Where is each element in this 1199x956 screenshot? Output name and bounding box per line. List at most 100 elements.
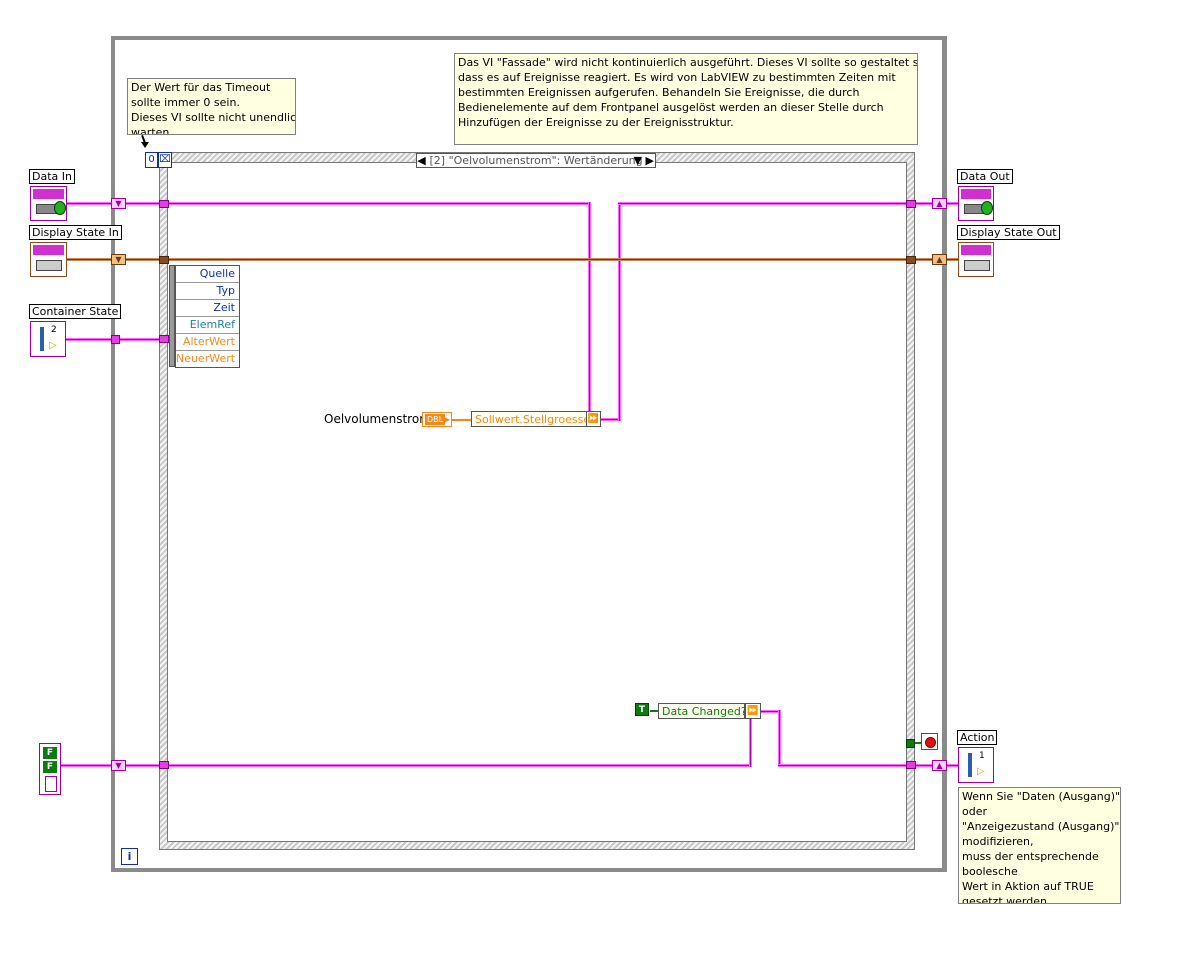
cluster-icon — [964, 260, 990, 271]
event-data-elemref: ElemRef — [176, 317, 239, 334]
timeout-note-line: Der Wert für das Timeout — [131, 81, 271, 94]
dbl-terminal[interactable]: DBL ▶ — [422, 412, 452, 427]
bundle-node-icon: ⏩ — [586, 411, 601, 427]
action-note-line: Wenn Sie "Daten (Ausgang)" — [962, 790, 1121, 803]
dbl-type-label: DBL — [425, 414, 445, 425]
cluster-header-bar — [961, 245, 991, 255]
event-data-neuerwert: NeuerWert — [176, 352, 236, 365]
cluster-icon-circle — [54, 201, 66, 215]
display-state-out-terminal[interactable] — [958, 242, 994, 277]
display-state-out-label: Display State Out — [957, 225, 1060, 240]
event-data-node: Quelle Typ Zeit ElemRef AlterWert NeuerW… — [175, 265, 240, 368]
shift-register-right-data: ▲ — [932, 198, 947, 209]
event-selector[interactable]: ◀ [2] "Oelvolumenstrom": Wertänderung ▼ … — [416, 153, 656, 168]
shift-register-right-display: ▲ — [932, 254, 947, 265]
action-note-line: oder — [962, 805, 988, 818]
tunnel-in-container — [159, 335, 169, 343]
tunnel-in-action — [159, 761, 169, 769]
dbl-arrow-icon: ▶ — [443, 415, 450, 424]
data-in-wire — [66, 202, 590, 205]
action-in-slot — [45, 776, 57, 792]
false-constant-bottom: F — [43, 761, 57, 773]
cluster-header-bar — [33, 189, 64, 199]
container-state-icon — [40, 327, 44, 351]
data-changed-node-icon: ⏩ — [745, 703, 761, 719]
dbl-wire — [452, 419, 472, 421]
cluster-icon-circle — [981, 201, 993, 215]
false-constant-top: F — [43, 747, 57, 759]
timeout-terminal-icon: ⌧ — [158, 152, 172, 168]
description-note-line: dass es auf Ereignisse reagiert. Es wird… — [458, 71, 896, 84]
description-note-line: Das VI "Fassade" wird nicht kontinuierli… — [458, 56, 918, 69]
true-constant[interactable]: T — [635, 703, 649, 716]
container-state-index: 2 — [51, 325, 57, 335]
timeout-note-line: sollte immer 0 sein. — [131, 96, 240, 109]
cluster-header-bar — [33, 245, 64, 255]
timeout-constant[interactable]: 0 — [145, 152, 158, 168]
data-in-label: Data In — [29, 169, 75, 184]
action-icon — [968, 753, 972, 777]
description-note-line: bestimmten Ereignissen aufgerufen. Behan… — [458, 86, 860, 99]
loop-iteration-icon: i — [121, 848, 138, 865]
action-label: Action — [957, 730, 998, 745]
timeout-note: Der Wert für das Timeout sollte immer 0 … — [127, 78, 296, 135]
action-note-line: boolesche — [962, 865, 1018, 878]
tunnel-out-display — [906, 256, 916, 264]
data-out-label: Data Out — [957, 169, 1013, 184]
tunnel-in-data — [159, 200, 169, 208]
display-state-in-label: Display State In — [29, 225, 122, 240]
event-data-quelle: Quelle — [176, 266, 239, 283]
cluster-icon — [36, 260, 62, 271]
dropdown-icon[interactable]: ▼ — [634, 154, 642, 167]
action-in-constant[interactable]: F F — [39, 743, 61, 795]
action-note-line: "Anzeigezustand (Ausgang)" — [962, 820, 1120, 833]
note-pointer-head — [141, 142, 149, 148]
container-state-terminal[interactable]: 2 ▷ — [30, 321, 66, 357]
data-out-terminal[interactable] — [958, 186, 994, 221]
event-data-zeit: Zeit — [176, 300, 239, 317]
cluster-header-bar — [961, 189, 991, 199]
tunnel-in-display — [159, 256, 169, 264]
shift-register-left-display: ▼ — [111, 254, 126, 265]
timeout-note-line: Dieses VI sollte nicht unendlich — [131, 111, 296, 124]
action-note: Wenn Sie "Daten (Ausgang)" oder "Anzeige… — [958, 787, 1121, 904]
container-state-connector — [111, 335, 120, 344]
description-note-line: Hinzufügen der Ereignisse zu der Ereigni… — [458, 116, 734, 129]
stop-circle — [925, 737, 936, 748]
container-state-label: Container State — [29, 304, 122, 319]
container-state-arrow-icon: ▷ — [49, 340, 57, 351]
data-in-terminal[interactable] — [30, 186, 67, 221]
action-out-wire-down — [778, 710, 781, 767]
shift-register-left-action: ▼ — [111, 760, 126, 771]
prev-event-icon[interactable]: ◀ — [417, 154, 426, 167]
event-structure-frame — [167, 162, 907, 842]
data-in-wire-down — [588, 202, 591, 421]
action-note-line: gesetzt werden. — [962, 895, 1051, 904]
action-in-wire-up — [749, 712, 752, 767]
shift-register-left-data: ▼ — [111, 198, 126, 209]
action-note-line: Wert in Aktion auf TRUE — [962, 880, 1094, 893]
control-label: Oelvolumenstrom — [324, 412, 431, 426]
bundle-by-name-node[interactable]: Sollwert.Stellgroesse — [471, 411, 590, 427]
event-data-typ: Typ — [176, 283, 239, 300]
tunnel-out-action — [906, 761, 916, 769]
shift-register-right-action: ▲ — [932, 760, 947, 771]
action-note-line: modifizieren, — [962, 835, 1034, 848]
action-terminal[interactable]: 1 ▷ — [958, 747, 994, 783]
display-state-in-terminal[interactable] — [30, 242, 67, 277]
description-note-line: Bedienelemente auf dem Frontpanel ausgel… — [458, 101, 884, 114]
bundle-out-wire-up — [618, 202, 621, 421]
action-index: 1 — [979, 751, 985, 761]
description-note: Das VI "Fassade" wird nicht kontinuierli… — [454, 53, 918, 145]
event-selector-label: [2] "Oelvolumenstrom": Wertänderung — [429, 154, 643, 167]
stop-button-icon — [921, 733, 938, 750]
action-note-line: muss der entsprechende — [962, 850, 1099, 863]
tunnel-out-data — [906, 200, 916, 208]
data-changed-node[interactable]: Data Changed? — [658, 703, 747, 719]
next-event-icon[interactable]: ▶ — [646, 154, 654, 167]
bool-tunnel — [906, 739, 915, 748]
action-arrow-icon: ▷ — [977, 766, 985, 777]
display-state-wire — [66, 258, 960, 261]
timeout-note-line: warten. — [131, 126, 173, 135]
event-data-alterwert: AlterWert — [176, 334, 239, 351]
